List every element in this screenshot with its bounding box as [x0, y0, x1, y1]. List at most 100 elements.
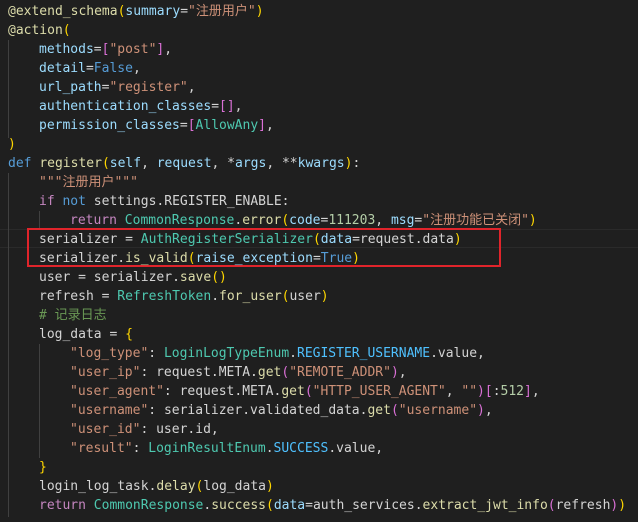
code-line[interactable]: permission_classes=[AllowAny],	[0, 116, 638, 135]
code-line[interactable]: refresh = RefreshToken.for_user(user)	[0, 287, 638, 306]
code-line[interactable]: @extend_schema(summary="注册用户")	[0, 2, 638, 21]
code-token-ivar: serializer	[39, 251, 118, 266]
code-token-plain: =	[211, 99, 220, 114]
code-token-ivar: META	[242, 384, 274, 399]
code-token-comment: # 记录日志	[39, 308, 107, 323]
code-line[interactable]: "user_agent": request.META.get("HTTP_USE…	[0, 382, 638, 401]
code-token-paren: )	[255, 4, 264, 19]
code-token-ivar: data	[422, 232, 454, 247]
code-token-fn: is_valid	[125, 251, 188, 266]
code-token-ivar: request	[359, 232, 415, 247]
code-token-plain: =	[125, 232, 141, 247]
code-token-param: kwargs	[297, 156, 345, 171]
code-line[interactable]: log_data = {	[0, 325, 638, 344]
code-token-fn: success	[211, 498, 266, 513]
code-line[interactable]: }	[0, 458, 638, 477]
code-token-paren: )	[453, 232, 462, 247]
code-line[interactable]: url_path="register",	[0, 78, 638, 97]
code-token-fn: for_user	[219, 289, 282, 304]
code-token-num: 111203	[328, 213, 376, 228]
code-token-fn: error	[242, 213, 282, 228]
code-token-paren: (	[281, 213, 290, 228]
code-line[interactable]: authentication_classes=[],	[0, 97, 638, 116]
code-line[interactable]: user = serializer.save()	[0, 268, 638, 287]
code-token-ivar: value	[437, 346, 478, 361]
code-token-brack: [	[187, 118, 196, 133]
code-token-paren: (	[187, 251, 196, 266]
code-line[interactable]: def register(self, request, *args, **kwa…	[0, 154, 638, 173]
code-token-plain: ,	[484, 403, 493, 418]
code-line[interactable]: login_log_task.delay(log_data)	[0, 477, 638, 496]
code-token-ivar: META	[218, 365, 251, 380]
code-token-plain: :	[148, 346, 164, 361]
code-token-ctrl: return	[70, 213, 125, 228]
code-token-brack: (	[390, 403, 399, 418]
code-token-ivar: refresh	[555, 498, 611, 513]
code-token-plain: =	[179, 118, 188, 133]
code-token-plain: .	[328, 441, 337, 456]
code-token-str: """注册用户"""	[39, 175, 138, 190]
code-editor[interactable]: @extend_schema(summary="注册用户") @action(me…	[0, 0, 638, 522]
code-token-const: REGISTER_USERNAME	[297, 346, 431, 361]
code-line[interactable]: "log_type": LoginLogTypeEnum.REGISTER_US…	[0, 344, 638, 363]
code-token-param: msg	[390, 213, 415, 228]
code-token-plain: .	[117, 251, 126, 266]
code-line[interactable]: return CommonResponse.error(code=111203,…	[0, 211, 638, 230]
code-token-plain: =	[85, 61, 94, 76]
code-token-brack: [	[484, 384, 493, 399]
code-token-fn: get	[281, 384, 305, 399]
code-token-plain: :	[352, 156, 361, 171]
code-token-paren: (	[101, 156, 110, 171]
code-line[interactable]: )	[0, 135, 638, 154]
code-token-paren: )	[320, 289, 329, 304]
code-token-fn: get	[367, 403, 391, 418]
code-line[interactable]: serializer = AuthRegisterSerializer(data…	[0, 230, 638, 249]
code-token-plain: :	[140, 422, 157, 437]
code-token-plain: .	[414, 232, 423, 247]
code-token-plain: .	[250, 365, 258, 380]
code-token-plain: .	[430, 346, 438, 361]
code-token-plain: .	[289, 346, 297, 361]
code-line[interactable]: """注册用户"""	[0, 173, 638, 192]
code-line[interactable]: "user_ip": request.META.get("REMOTE_ADDR…	[0, 363, 638, 382]
code-line[interactable]: methods=["post"],	[0, 40, 638, 59]
code-token-class: AuthRegisterSerializer	[140, 232, 313, 247]
code-token-str: "user_ip"	[70, 365, 141, 380]
code-token-brack: (	[304, 384, 313, 399]
code-token-ctrl: return	[39, 498, 94, 513]
code-line[interactable]: "username": serializer.validated_data.ge…	[0, 401, 638, 420]
code-token-ivar: serializer	[39, 232, 126, 247]
code-token-plain: ,	[187, 80, 196, 95]
code-token-plain: .	[265, 441, 274, 456]
code-token-plain: ,	[375, 213, 391, 228]
code-token-str: "username"	[70, 403, 149, 418]
code-token-ivar: serializer	[163, 403, 243, 418]
code-token-plain: ,	[398, 365, 407, 380]
code-token-plain: =	[93, 42, 102, 57]
code-line[interactable]: # 记录日志	[0, 306, 638, 325]
code-token-brack: []	[219, 99, 235, 114]
code-line[interactable]: @action(	[0, 21, 638, 40]
code-token-plain: , **	[266, 156, 298, 171]
code-token-paren: {	[125, 327, 133, 342]
code-token-ivar: REGISTER_ENABLE	[164, 194, 282, 209]
code-token-plain: :	[492, 384, 501, 399]
code-token-plain: ,	[210, 422, 219, 437]
code-line[interactable]: return CommonResponse.success(data=auth_…	[0, 496, 638, 515]
code-token-brack: )	[390, 365, 399, 380]
code-line[interactable]: if not settings.REGISTER_ENABLE:	[0, 192, 638, 211]
code-line[interactable]: serializer.is_valid(raise_exception=True…	[0, 249, 638, 268]
code-token-ivar: user	[289, 289, 321, 304]
code-token-ivar: id	[195, 422, 211, 437]
code-token-plain: =	[109, 327, 126, 342]
code-token-num: 512	[500, 384, 524, 399]
code-token-plain: =	[312, 251, 321, 266]
code-line[interactable]: "user_id": user.id,	[0, 420, 638, 439]
code-line[interactable]: detail=False,	[0, 59, 638, 78]
code-token-param: args	[235, 156, 267, 171]
code-token-param: detail	[39, 61, 86, 76]
code-line[interactable]: "result": LoginResultEnum.SUCCESS.value,	[0, 439, 638, 458]
code-token-str: "post"	[109, 42, 157, 57]
code-token-plain: ,	[375, 441, 384, 456]
code-token-plain: ,	[445, 384, 462, 399]
